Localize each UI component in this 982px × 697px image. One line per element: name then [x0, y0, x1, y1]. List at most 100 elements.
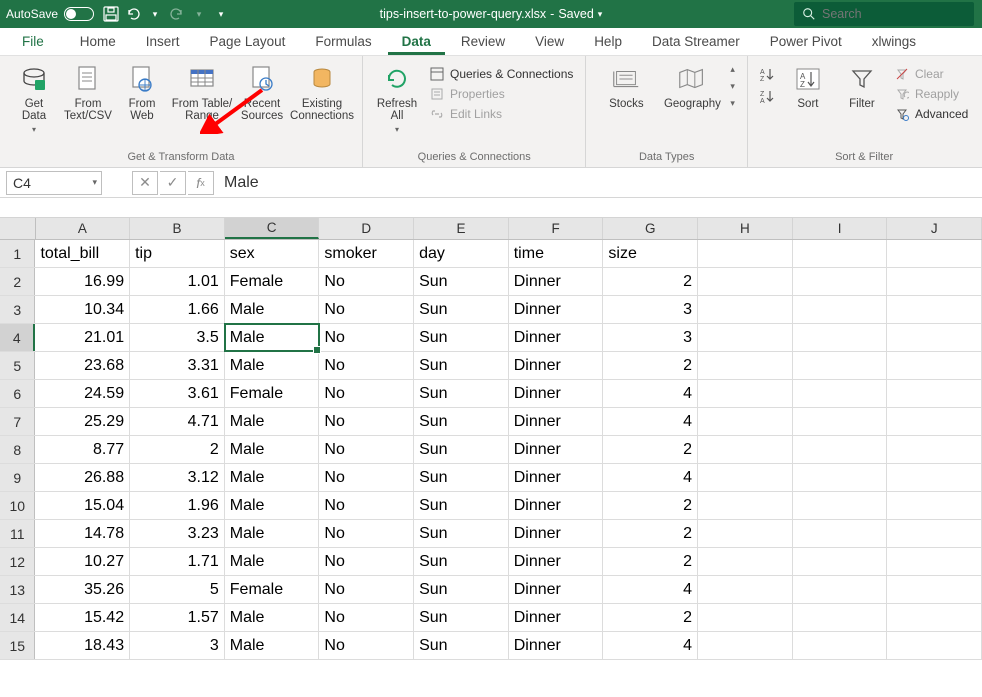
cell-G10[interactable]: 2	[603, 492, 698, 519]
cell-I6[interactable]	[793, 380, 888, 407]
cell-H13[interactable]	[698, 576, 793, 603]
tab-data[interactable]: Data	[388, 30, 445, 55]
cell-C2[interactable]: Female	[225, 268, 320, 295]
cell-F13[interactable]: Dinner	[509, 576, 604, 603]
cell-G3[interactable]: 3	[603, 296, 698, 323]
cell-J3[interactable]	[887, 296, 982, 323]
cell-A12[interactable]: 10.27	[35, 548, 130, 575]
cell-J8[interactable]	[887, 436, 982, 463]
cell-J11[interactable]	[887, 520, 982, 547]
row-header-14[interactable]: 14	[0, 604, 35, 631]
row-header-11[interactable]: 11	[0, 520, 35, 547]
clear-button[interactable]: Clear	[890, 64, 972, 84]
cell-H8[interactable]	[698, 436, 793, 463]
cell-H14[interactable]	[698, 604, 793, 631]
cell-G8[interactable]: 2	[603, 436, 698, 463]
datatypes-scroll-down-icon[interactable]: ▾	[730, 81, 735, 92]
tab-power-pivot[interactable]: Power Pivot	[756, 30, 856, 55]
cell-D13[interactable]: No	[319, 576, 414, 603]
cell-A14[interactable]: 15.42	[35, 604, 130, 631]
cell-F12[interactable]: Dinner	[509, 548, 604, 575]
row-header-9[interactable]: 9	[0, 464, 35, 491]
cell-I12[interactable]	[793, 548, 888, 575]
cell-E3[interactable]: Sun	[414, 296, 509, 323]
cell-I4[interactable]	[793, 324, 888, 351]
cell-E12[interactable]: Sun	[414, 548, 509, 575]
cell-A7[interactable]: 25.29	[35, 408, 130, 435]
cell-I8[interactable]	[793, 436, 888, 463]
name-box-dropdown-icon[interactable]: ▾	[92, 177, 97, 188]
cell-J10[interactable]	[887, 492, 982, 519]
fx-button[interactable]: fx	[188, 171, 214, 195]
row-header-5[interactable]: 5	[0, 352, 35, 379]
cell-D10[interactable]: No	[319, 492, 414, 519]
cell-H12[interactable]	[698, 548, 793, 575]
cell-F5[interactable]: Dinner	[509, 352, 604, 379]
tab-page-layout[interactable]: Page Layout	[196, 30, 300, 55]
cell-E15[interactable]: Sun	[414, 632, 509, 659]
cell-B2[interactable]: 1.01	[130, 268, 225, 295]
sort-asc-button[interactable]: AZ	[756, 64, 780, 84]
redo-dropdown-icon[interactable]: ▾	[188, 3, 210, 25]
cell-I9[interactable]	[793, 464, 888, 491]
cell-F3[interactable]: Dinner	[509, 296, 604, 323]
cell-C3[interactable]: Male	[225, 296, 320, 323]
cell-H5[interactable]	[698, 352, 793, 379]
cell-C10[interactable]: Male	[225, 492, 320, 519]
tab-file[interactable]: File	[8, 30, 58, 55]
cell-A5[interactable]: 23.68	[35, 352, 130, 379]
cell-G5[interactable]: 2	[603, 352, 698, 379]
cell-D1[interactable]: smoker	[319, 240, 414, 267]
queries-connections-button[interactable]: Queries & Connections	[425, 64, 577, 84]
cell-C15[interactable]: Male	[225, 632, 320, 659]
cell-D5[interactable]: No	[319, 352, 414, 379]
tab-help[interactable]: Help	[580, 30, 636, 55]
from-web-button[interactable]: From Web	[116, 60, 168, 137]
title-dropdown-icon[interactable]: ▾	[598, 9, 603, 20]
cell-F15[interactable]: Dinner	[509, 632, 604, 659]
properties-button[interactable]: Properties	[425, 84, 577, 104]
cell-H15[interactable]	[698, 632, 793, 659]
undo-dropdown-icon[interactable]: ▾	[144, 3, 166, 25]
cell-B1[interactable]: tip	[130, 240, 225, 267]
sort-desc-button[interactable]: ZA	[756, 86, 780, 106]
cell-A6[interactable]: 24.59	[35, 380, 130, 407]
cell-E1[interactable]: day	[414, 240, 509, 267]
cell-G12[interactable]: 2	[603, 548, 698, 575]
row-header-3[interactable]: 3	[0, 296, 35, 323]
cell-G9[interactable]: 4	[603, 464, 698, 491]
search-input[interactable]	[822, 7, 962, 21]
tab-view[interactable]: View	[521, 30, 578, 55]
cell-H3[interactable]	[698, 296, 793, 323]
cell-B7[interactable]: 4.71	[130, 408, 225, 435]
tab-data-streamer[interactable]: Data Streamer	[638, 30, 754, 55]
cell-F14[interactable]: Dinner	[509, 604, 604, 631]
cell-A15[interactable]: 18.43	[35, 632, 130, 659]
cell-B8[interactable]: 2	[130, 436, 225, 463]
redo-icon[interactable]	[166, 3, 188, 25]
cell-J15[interactable]	[887, 632, 982, 659]
cell-A11[interactable]: 14.78	[35, 520, 130, 547]
cell-I14[interactable]	[793, 604, 888, 631]
cell-B6[interactable]: 3.61	[130, 380, 225, 407]
cell-H4[interactable]	[698, 324, 793, 351]
datatypes-expand-icon[interactable]: ▾	[730, 98, 735, 109]
cell-D3[interactable]: No	[319, 296, 414, 323]
existing-connections-button[interactable]: Existing Connections	[290, 60, 354, 137]
cell-I10[interactable]	[793, 492, 888, 519]
cell-H2[interactable]	[698, 268, 793, 295]
cell-E2[interactable]: Sun	[414, 268, 509, 295]
row-header-4[interactable]: 4	[0, 324, 35, 351]
cell-B4[interactable]: 3.5	[130, 324, 225, 351]
cell-I3[interactable]	[793, 296, 888, 323]
cell-A1[interactable]: total_bill	[35, 240, 130, 267]
tab-xlwings[interactable]: xlwings	[858, 30, 930, 55]
row-header-8[interactable]: 8	[0, 436, 35, 463]
edit-links-button[interactable]: Edit Links	[425, 104, 577, 124]
cell-F6[interactable]: Dinner	[509, 380, 604, 407]
cell-F8[interactable]: Dinner	[509, 436, 604, 463]
cell-J5[interactable]	[887, 352, 982, 379]
tab-insert[interactable]: Insert	[132, 30, 194, 55]
cell-I7[interactable]	[793, 408, 888, 435]
cell-J7[interactable]	[887, 408, 982, 435]
